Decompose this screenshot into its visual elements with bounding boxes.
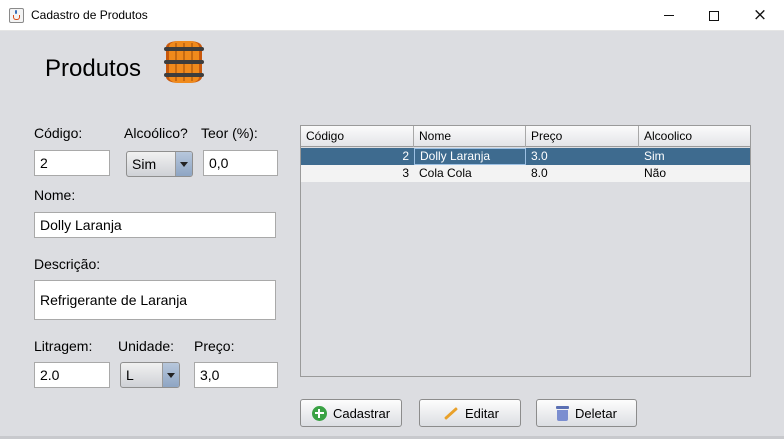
editar-button[interactable]: Editar bbox=[419, 399, 521, 427]
deletar-button[interactable]: Deletar bbox=[536, 399, 637, 427]
products-table[interactable]: Código Nome Preço Alcoolico 2 Dolly Lara… bbox=[300, 125, 751, 377]
chevron-down-icon bbox=[162, 363, 179, 387]
cell-nome[interactable]: Dolly Laranja bbox=[414, 148, 526, 165]
table-header: Código Nome Preço Alcoolico bbox=[301, 126, 750, 147]
column-header-preco[interactable]: Preço bbox=[526, 126, 639, 147]
alcoolico-label: Alcoólico? bbox=[124, 125, 188, 141]
cell-preco: 3.0 bbox=[531, 149, 548, 163]
table-row[interactable]: 2 Dolly Laranja 3.0 Sim bbox=[301, 148, 750, 165]
cell-alcoolico: Sim bbox=[644, 149, 665, 163]
page-title: Produtos bbox=[45, 55, 142, 82]
codigo-field[interactable]: 2 bbox=[34, 150, 110, 176]
cadastrar-button[interactable]: Cadastrar bbox=[300, 399, 402, 427]
cell-codigo: 2 bbox=[402, 149, 409, 163]
litragem-label: Litragem: bbox=[34, 338, 93, 354]
trash-icon bbox=[556, 405, 570, 421]
nome-label: Nome: bbox=[34, 187, 76, 203]
add-icon bbox=[311, 405, 327, 421]
minimize-icon bbox=[664, 15, 674, 16]
pencil-icon bbox=[441, 405, 459, 421]
table-row[interactable]: 3 Cola Cola 8.0 Não bbox=[301, 165, 750, 182]
close-icon: × bbox=[752, 5, 768, 25]
minimize-button[interactable] bbox=[646, 0, 692, 31]
editar-label: Editar bbox=[465, 405, 499, 421]
barrel-icon bbox=[164, 41, 204, 83]
nome-field[interactable]: Dolly Laranja bbox=[34, 212, 276, 238]
chevron-down-icon bbox=[175, 152, 192, 176]
unidade-select[interactable]: L bbox=[120, 362, 180, 388]
unidade-label: Unidade: bbox=[118, 338, 175, 354]
column-header-alcoolico[interactable]: Alcoolico bbox=[639, 126, 750, 147]
close-button[interactable]: × bbox=[737, 0, 783, 31]
alcoolico-select[interactable]: Sim bbox=[126, 151, 193, 177]
cadastrar-label: Cadastrar bbox=[332, 405, 391, 421]
java-app-icon bbox=[9, 8, 24, 23]
maximize-icon bbox=[709, 10, 719, 21]
unidade-selected-value: L bbox=[126, 367, 134, 383]
window-title: Cadastro de Produtos bbox=[31, 8, 148, 22]
codigo-label: Código: bbox=[34, 125, 83, 141]
cell-nome: Cola Cola bbox=[419, 166, 472, 180]
cell-codigo: 3 bbox=[402, 166, 409, 180]
litragem-field[interactable]: 2.0 bbox=[34, 362, 110, 388]
teor-label: Teor (%): bbox=[201, 125, 258, 141]
column-header-codigo[interactable]: Código bbox=[301, 126, 414, 147]
teor-field[interactable]: 0,0 bbox=[203, 150, 278, 176]
cell-alcoolico: Não bbox=[644, 166, 667, 180]
descricao-field[interactable]: Refrigerante de Laranja bbox=[34, 280, 276, 320]
column-header-nome[interactable]: Nome bbox=[414, 126, 526, 147]
alcoolico-selected-value: Sim bbox=[132, 156, 157, 172]
preco-field[interactable]: 3,0 bbox=[194, 362, 278, 388]
descricao-label: Descrição: bbox=[34, 256, 101, 272]
maximize-button[interactable] bbox=[691, 0, 737, 31]
preco-label: Preço: bbox=[194, 338, 235, 354]
window-titlebar: Cadastro de Produtos × bbox=[0, 0, 784, 31]
cell-preco: 8.0 bbox=[531, 166, 548, 180]
deletar-label: Deletar bbox=[575, 405, 617, 421]
